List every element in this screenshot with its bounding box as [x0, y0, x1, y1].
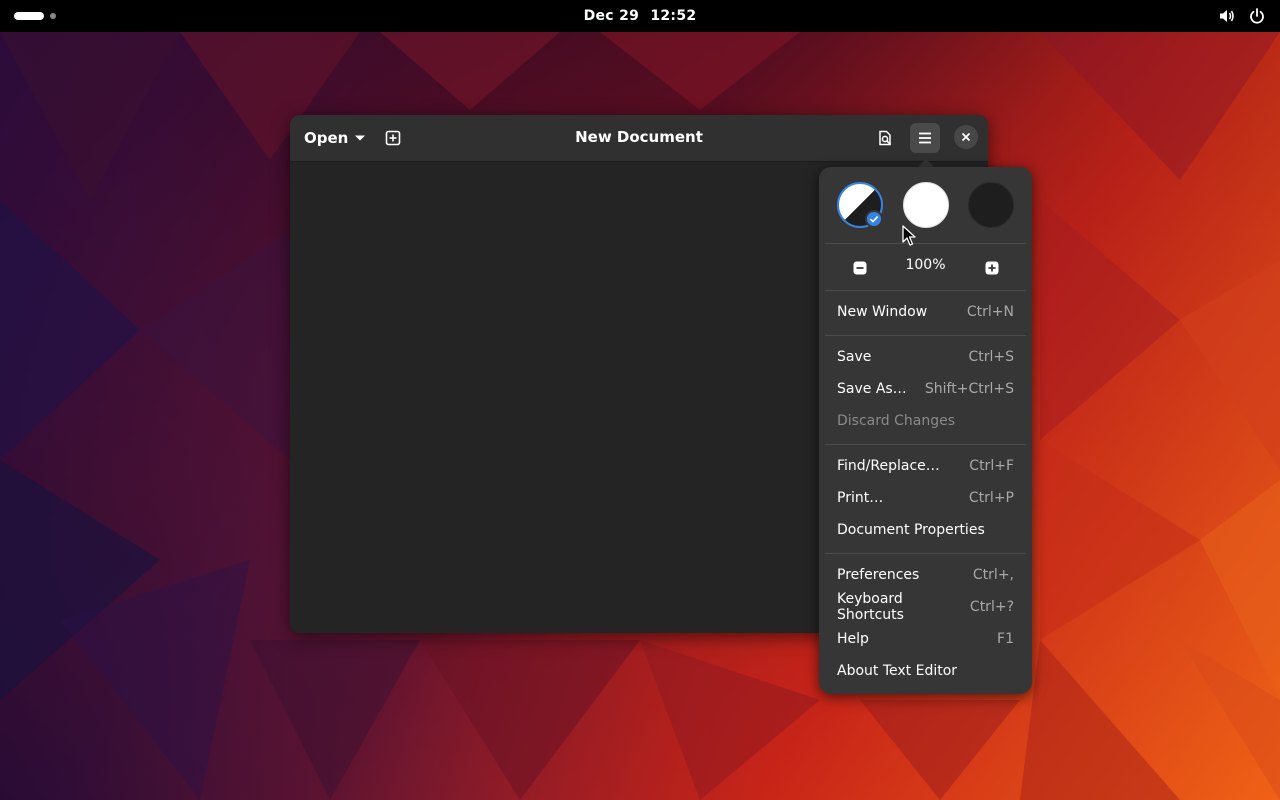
menu-item-keyboard-shortcuts[interactable]: Keyboard Shortcuts Ctrl+?: [825, 591, 1026, 623]
system-tray[interactable]: [1218, 6, 1266, 26]
new-tab-icon: [385, 130, 401, 146]
menu-item-shortcut: F1: [997, 631, 1014, 647]
menu-item-label: About Text Editor: [837, 663, 958, 679]
dark-style-button[interactable]: [968, 182, 1014, 228]
zoom-in-button[interactable]: [979, 255, 1005, 281]
hamburger-menu-icon: [919, 132, 931, 144]
close-icon: [961, 132, 971, 142]
main-menu-button[interactable]: [910, 123, 940, 153]
menu-separator: [825, 243, 1026, 244]
menu-item-shortcut: Ctrl+P: [968, 490, 1014, 506]
menu-item-save-as[interactable]: Save As… Shift+Ctrl+S: [825, 373, 1026, 405]
menu-separator: [825, 290, 1026, 291]
menu-item-find-replace[interactable]: Find/Replace… Ctrl+F: [825, 450, 1026, 482]
menu-item-label: Discard Changes: [837, 413, 955, 429]
menu-item-shortcut: Ctrl+S: [968, 349, 1014, 365]
light-style-button[interactable]: [903, 182, 949, 228]
menu-item-preferences[interactable]: Preferences Ctrl+,: [825, 559, 1026, 591]
menu-item-label: Save As…: [837, 381, 907, 397]
find-file-button[interactable]: [870, 123, 900, 153]
clock[interactable]: Dec 29 12:52: [0, 0, 1280, 32]
menu-item-document-properties[interactable]: Document Properties: [825, 514, 1026, 546]
zoom-in-icon: [985, 261, 999, 275]
style-selector: [819, 167, 1032, 243]
power-icon[interactable]: [1248, 7, 1266, 25]
menu-item-label: Preferences: [837, 567, 920, 583]
menu-item-shortcut: Ctrl+,: [972, 567, 1014, 583]
menu-item-new-window[interactable]: New Window Ctrl+N: [825, 296, 1026, 328]
menu-separator: [825, 553, 1026, 554]
zoom-controls: 100%: [819, 247, 1032, 287]
top-bar: Dec 29 12:52: [0, 0, 1280, 32]
volume-icon[interactable]: [1218, 7, 1236, 25]
header-bar: Open New Document: [290, 115, 988, 162]
open-button-label: Open: [304, 129, 349, 147]
menu-item-label: Find/Replace…: [837, 458, 940, 474]
menu-separator: [825, 444, 1026, 445]
main-menu-popover: 100% New Window Ctrl+N Save Ctrl+S Save …: [819, 167, 1032, 694]
menu-item-shortcut: Shift+Ctrl+S: [924, 381, 1014, 397]
menu-item-label: Help: [837, 631, 869, 647]
menu-item-label: New Window: [837, 304, 928, 320]
menu-item-shortcut: Ctrl+N: [966, 304, 1014, 320]
menu-item-label: Print…: [837, 490, 884, 506]
chevron-down-icon: [355, 135, 366, 141]
menu-separator: [825, 335, 1026, 336]
menu-item-shortcut: Ctrl+?: [969, 599, 1014, 615]
new-tab-button[interactable]: [378, 123, 408, 153]
menu-item-save[interactable]: Save Ctrl+S: [825, 341, 1026, 373]
clock-date: Dec 29: [583, 8, 640, 24]
open-button[interactable]: Open: [296, 123, 374, 153]
clock-time: 12:52: [650, 8, 697, 24]
menu-item-discard-changes: Discard Changes: [825, 405, 1026, 437]
menu-item-help[interactable]: Help F1: [825, 623, 1026, 655]
menu-item-print[interactable]: Print… Ctrl+P: [825, 482, 1026, 514]
menu-item-about[interactable]: About Text Editor: [825, 655, 1026, 687]
menu-item-label: Keyboard Shortcuts: [837, 591, 904, 623]
menu-item-label: Save: [837, 349, 872, 365]
menu-item-shortcut: Ctrl+F: [969, 458, 1014, 474]
close-window-button[interactable]: [954, 125, 978, 149]
menu-item-label: Document Properties: [837, 522, 985, 538]
find-file-icon: [879, 130, 892, 146]
selected-check-icon: [865, 210, 883, 228]
